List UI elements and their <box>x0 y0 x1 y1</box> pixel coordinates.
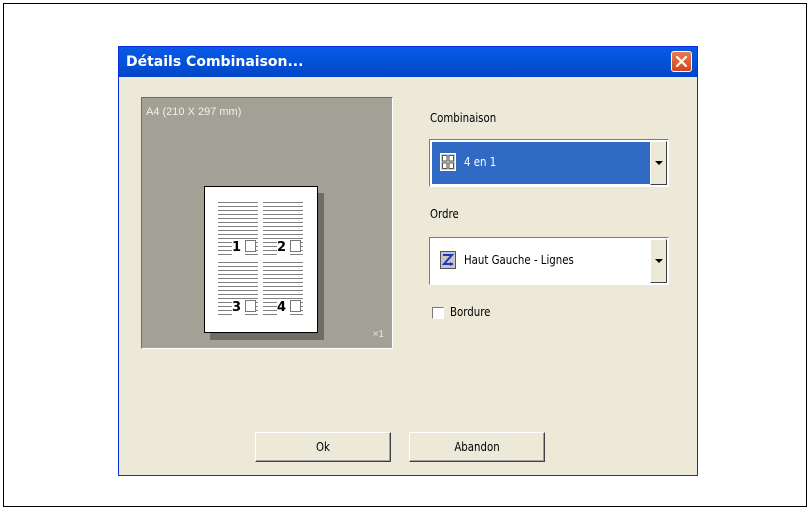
order-field[interactable]: Haut Gauche - Lignes <box>432 240 652 282</box>
grid-4up-icon <box>440 153 456 171</box>
page-number: 1 <box>232 240 245 256</box>
ok-button-label: Ok <box>316 440 330 454</box>
page-marker <box>290 300 301 312</box>
page-number: 3 <box>232 300 245 316</box>
paper-size-label: A4 (210 X 297 mm) <box>146 106 242 118</box>
combination-value: 4 en 1 <box>464 155 497 169</box>
mini-page-2: 2 <box>263 202 303 257</box>
order-value: Haut Gauche - Lignes <box>464 253 574 267</box>
dialog-title: Détails Combinaison... <box>126 54 304 70</box>
cancel-button-label: Abandon <box>454 440 500 454</box>
page-marker <box>245 300 256 312</box>
page-marker <box>245 240 256 252</box>
page-number: 2 <box>277 240 290 256</box>
z-order-icon <box>440 251 456 269</box>
mini-page-1: 1 <box>218 202 258 257</box>
order-select[interactable]: Haut Gauche - Lignes <box>429 237 669 285</box>
close-icon <box>675 55 688 68</box>
close-button[interactable] <box>671 51 692 72</box>
order-label: Ordre <box>430 207 459 221</box>
cancel-button[interactable]: Abandon <box>409 432 545 462</box>
page-marker <box>290 240 301 252</box>
mini-page-3: 3 <box>218 262 258 317</box>
combination-field[interactable]: 4 en 1 <box>432 142 652 184</box>
preview-sheet: 1 2 3 4 <box>204 186 318 333</box>
order-dropdown-arrow[interactable] <box>650 239 667 283</box>
layout-preview: A4 (210 X 297 mm) 1 2 3 4 ×1 <box>141 97 393 349</box>
combination-label: Combinaison <box>430 111 497 125</box>
details-combinaison-dialog: Détails Combinaison... A4 (210 X 297 mm)… <box>118 46 698 476</box>
border-checkbox-label[interactable]: Bordure <box>450 305 490 319</box>
combination-dropdown-arrow[interactable] <box>650 141 667 185</box>
mini-page-4: 4 <box>263 262 303 317</box>
page-number: 4 <box>277 300 290 316</box>
title-bar[interactable]: Détails Combinaison... <box>119 47 697 77</box>
ok-button[interactable]: Ok <box>255 432 391 462</box>
border-checkbox[interactable] <box>432 307 444 319</box>
combination-select[interactable]: 4 en 1 <box>429 139 669 187</box>
copies-label: ×1 <box>372 329 384 340</box>
